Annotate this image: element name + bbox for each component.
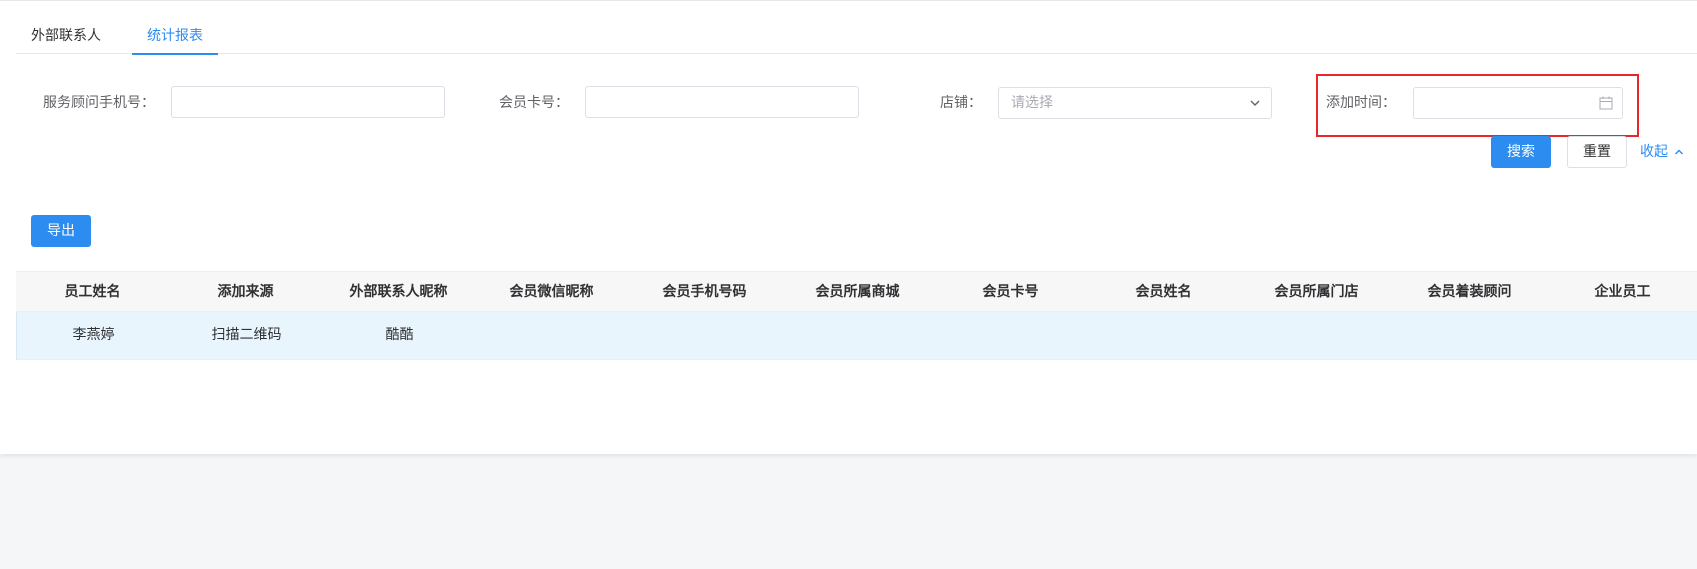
reset-button[interactable]: 重置	[1567, 136, 1627, 168]
tab-bar: 外部联系人 统计报表	[16, 18, 1697, 55]
table-header: 员工姓名 添加来源 外部联系人昵称 会员微信昵称 会员手机号码 会员所属商城 会员卡号 会员姓…	[16, 272, 1697, 312]
column-header: 会员姓名	[1135, 284, 1192, 300]
column-header: 会员微信昵称	[509, 284, 594, 300]
table-cell	[1547, 312, 1697, 359]
column-header: 添加来源	[217, 284, 274, 300]
report-panel: 外部联系人 统计报表 服务顾问手机号： 会员卡号： 店铺： 请选择 添加时间： …	[0, 0, 1697, 454]
column-header: 外部联系人昵称	[349, 284, 448, 300]
card-no-label: 会员卡号：	[499, 95, 569, 111]
table-cell	[1394, 312, 1547, 359]
add-time-highlight-box	[1316, 74, 1639, 137]
collapse-link[interactable]: 收起	[1640, 136, 1684, 168]
tab-external-contacts[interactable]: 外部联系人	[16, 18, 116, 54]
column-header: 会员手机号码	[662, 284, 747, 300]
report-table: 员工姓名 添加来源 外部联系人昵称 会员微信昵称 会员手机号码 会员所属商城 会员卡号 会员姓…	[16, 271, 1697, 360]
tab-statistics-report[interactable]: 统计报表	[132, 18, 218, 55]
advisor-phone-label: 服务顾问手机号：	[43, 95, 155, 111]
table-cell	[476, 312, 629, 359]
column-header: 企业员工	[1594, 284, 1651, 300]
column-header: 会员卡号	[982, 284, 1039, 300]
search-button[interactable]: 搜索	[1491, 136, 1551, 168]
column-header: 员工姓名	[64, 284, 121, 300]
table-cell: 酷酷	[385, 327, 414, 343]
chevron-down-icon	[1250, 100, 1260, 106]
column-header: 会员所属门店	[1274, 284, 1359, 300]
table-cell	[935, 312, 1088, 359]
store-select[interactable]: 请选择	[998, 87, 1272, 119]
table-cell	[1241, 312, 1394, 359]
card-no-input[interactable]	[585, 86, 859, 118]
column-header: 会员着装顾问	[1427, 284, 1512, 300]
advisor-phone-input[interactable]	[171, 86, 445, 118]
table-cell	[1088, 312, 1241, 359]
table-cell	[629, 312, 782, 359]
store-select-placeholder: 请选择	[1011, 95, 1053, 111]
table-row[interactable]: 李燕婷 扫描二维码 酷酷	[16, 312, 1697, 360]
chevron-up-icon	[1675, 149, 1683, 155]
column-header: 会员所属商城	[815, 284, 900, 300]
table-cell: 李燕婷	[72, 327, 115, 343]
table-cell: 扫描二维码	[211, 327, 282, 343]
collapse-link-label: 收起	[1640, 144, 1668, 160]
table-cell	[782, 312, 935, 359]
table-body: 李燕婷 扫描二维码 酷酷	[16, 312, 1697, 360]
export-button[interactable]: 导出	[31, 215, 91, 247]
store-label: 店铺：	[940, 95, 982, 111]
